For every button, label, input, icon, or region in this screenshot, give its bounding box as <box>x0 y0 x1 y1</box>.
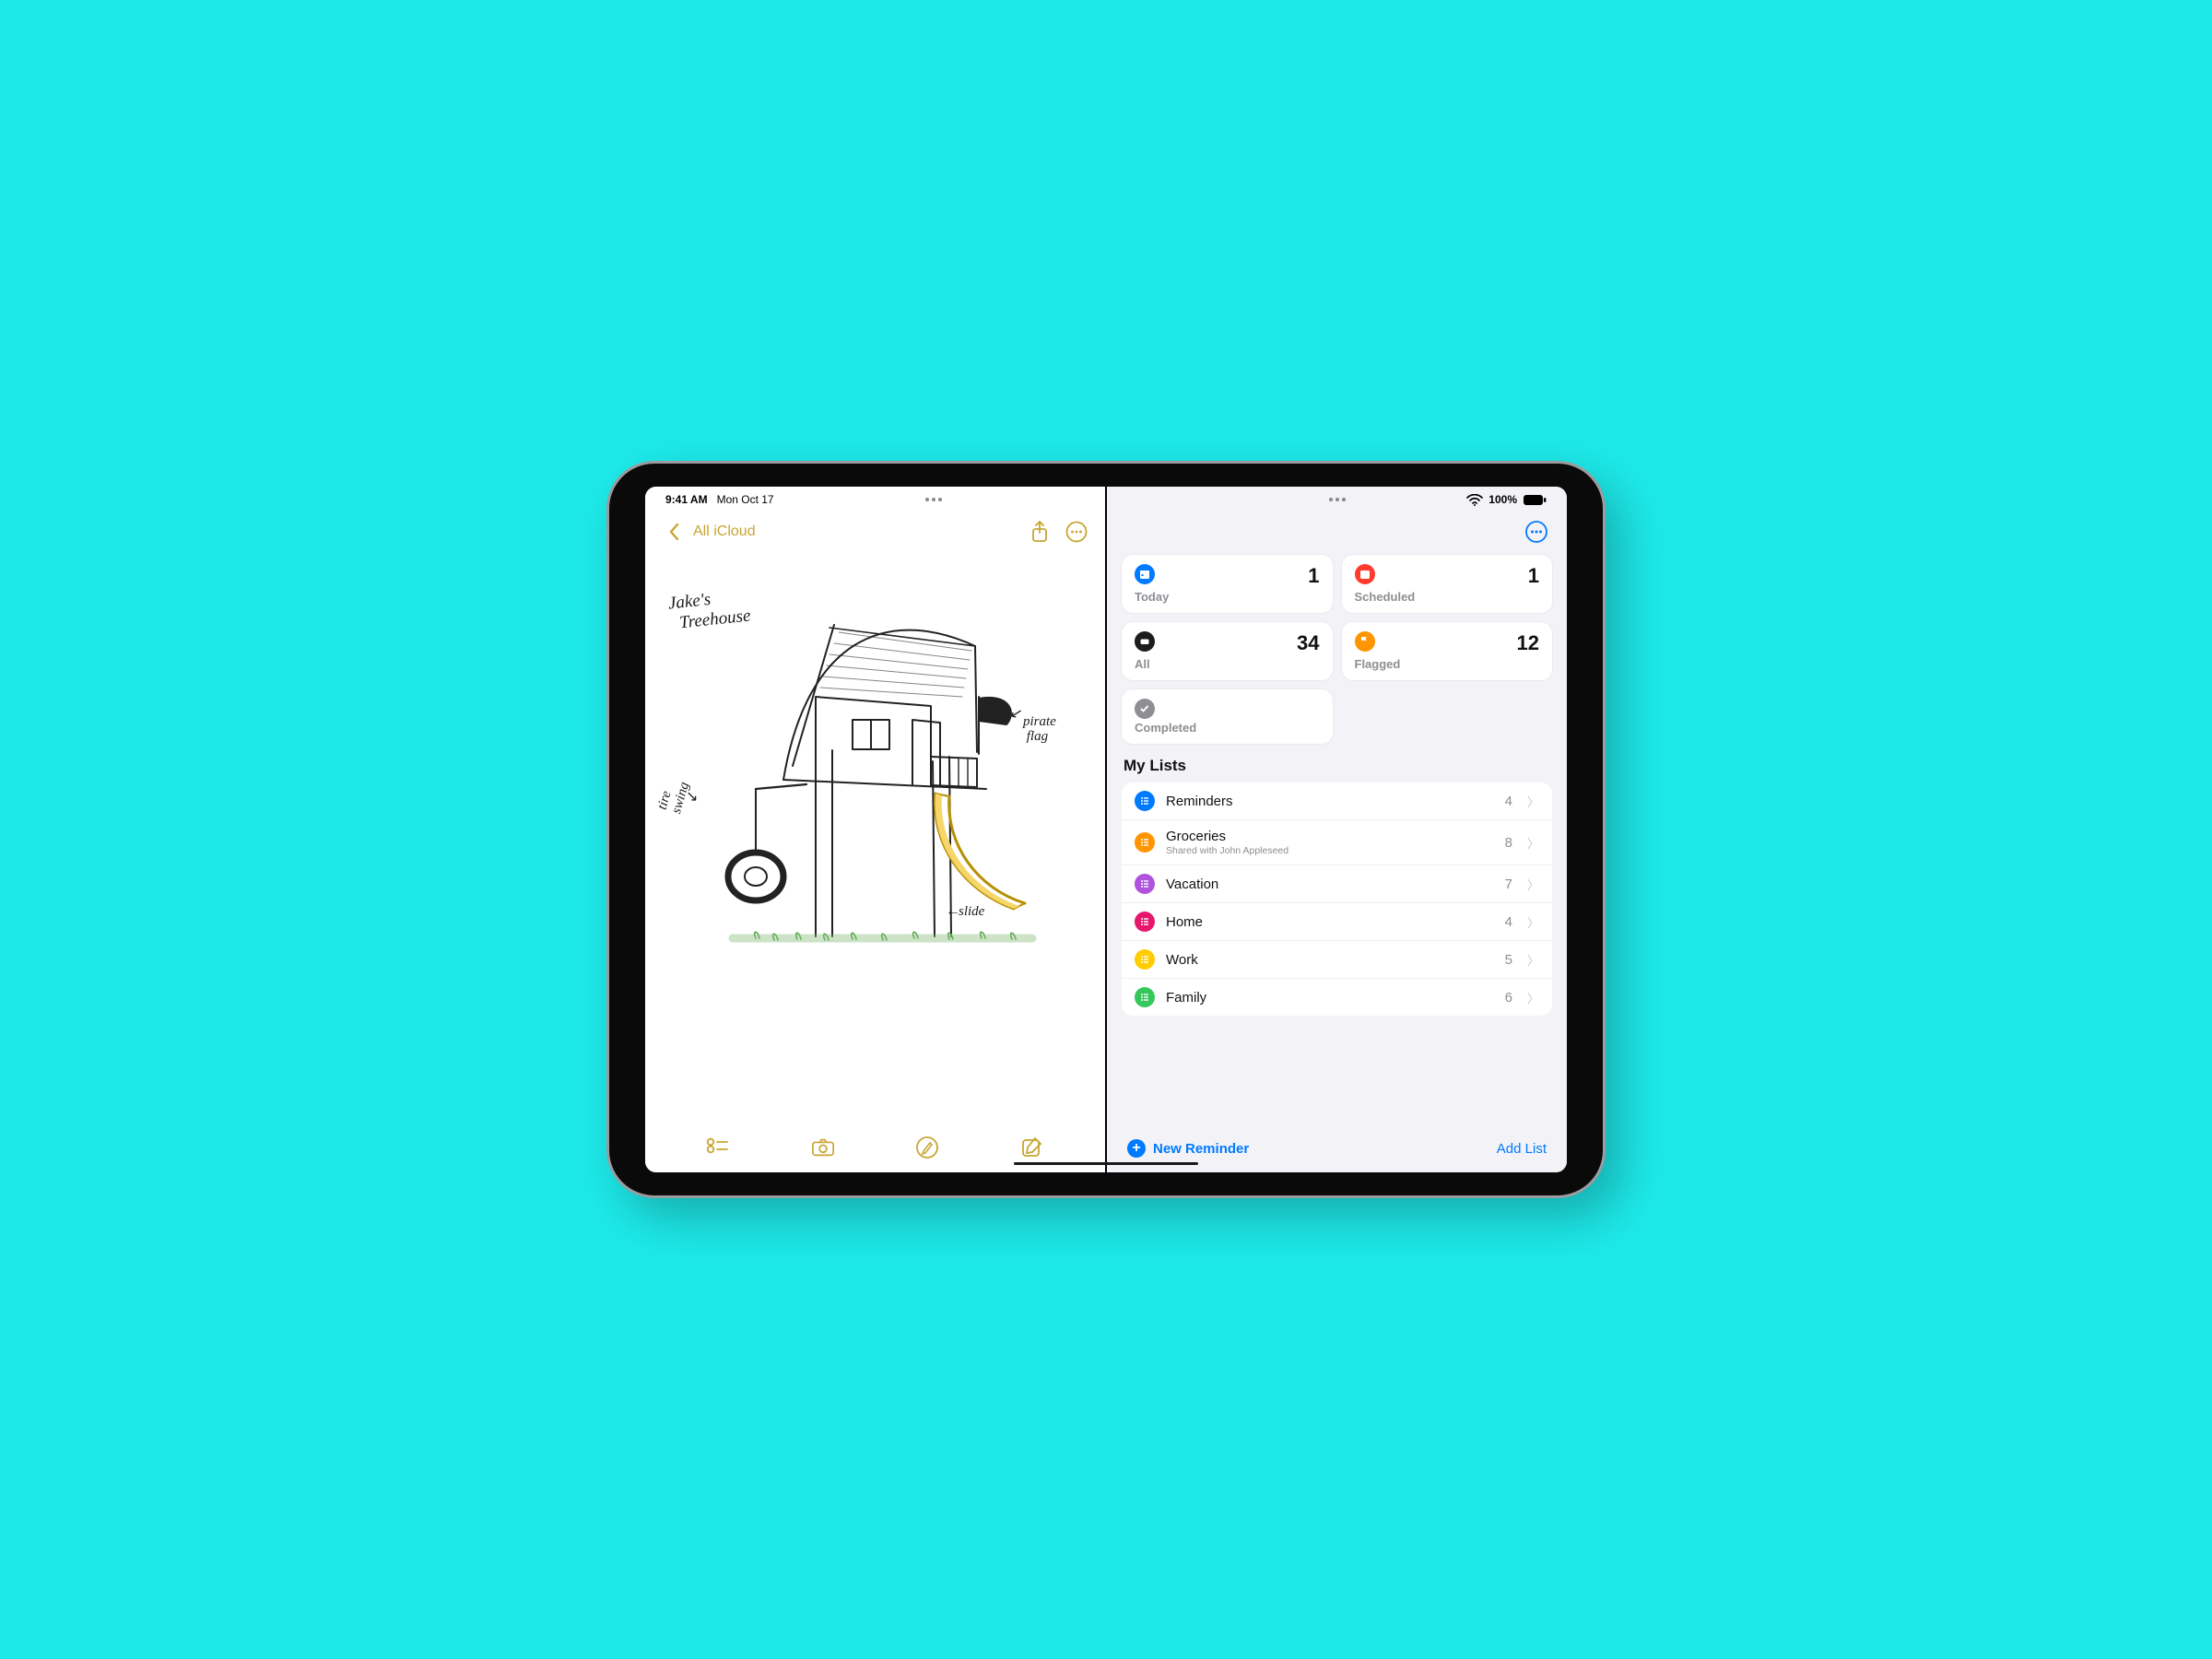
list-name: Vacation <box>1166 877 1494 892</box>
scheduled-card[interactable]: 1 Scheduled <box>1342 555 1553 613</box>
list-row[interactable]: Home 4 〉 <box>1122 903 1552 941</box>
reminders-nav-bar <box>1107 512 1567 551</box>
list-row[interactable]: Family 6 〉 <box>1122 979 1552 1016</box>
list-name: Home <box>1166 914 1494 930</box>
list-count: 4 <box>1505 914 1512 930</box>
chevron-right-icon: 〉 <box>1527 793 1539 810</box>
list-name: Reminders <box>1166 794 1494 809</box>
completed-card[interactable]: Completed <box>1122 689 1333 744</box>
inbox-icon <box>1135 631 1155 652</box>
list-icon <box>1135 874 1155 894</box>
status-bar-left: 9:41 AM Mon Oct 17 <box>645 487 1105 512</box>
multitask-dots-icon[interactable] <box>1107 498 1567 501</box>
scheduled-label: Scheduled <box>1355 590 1540 604</box>
list-icon <box>1135 832 1155 853</box>
list-count: 8 <box>1505 835 1512 851</box>
checklist-icon[interactable] <box>706 1135 730 1159</box>
notes-app: 9:41 AM Mon Oct 17 All iCloud <box>645 487 1105 1172</box>
ellipsis-icon[interactable] <box>1524 520 1548 544</box>
today-card[interactable]: 1 Today <box>1122 555 1333 613</box>
calendar-icon <box>1135 564 1155 584</box>
list-count: 5 <box>1505 952 1512 968</box>
list-icon <box>1135 791 1155 811</box>
home-indicator[interactable] <box>1014 1162 1198 1166</box>
list-name: Work <box>1166 952 1494 968</box>
chevron-right-icon: 〉 <box>1527 876 1539 893</box>
flagged-count: 12 <box>1517 631 1539 655</box>
all-card[interactable]: 34 All <box>1122 622 1333 680</box>
list-row[interactable]: Vacation 7 〉 <box>1122 865 1552 903</box>
new-reminder-button[interactable]: + New Reminder <box>1127 1139 1249 1158</box>
multitask-dots-icon[interactable] <box>783 498 1085 501</box>
list-name: GroceriesShared with John Appleseed <box>1166 829 1494 856</box>
add-list-button[interactable]: Add List <box>1497 1141 1547 1157</box>
smart-list-cards: 1 Today 1 Scheduled 34 All <box>1107 551 1567 744</box>
check-icon <box>1135 699 1155 719</box>
arrow-icon: ← <box>946 903 960 920</box>
ipad-frame: 9:41 AM Mon Oct 17 All iCloud <box>606 461 1606 1198</box>
completed-label: Completed <box>1135 721 1320 735</box>
compose-icon[interactable] <box>1020 1135 1044 1159</box>
lists-container: Reminders4〉GroceriesShared with John App… <box>1122 782 1552 1016</box>
all-count: 34 <box>1297 631 1319 655</box>
list-name: Family <box>1166 990 1494 1006</box>
arrow-icon: ↘ <box>686 787 698 806</box>
chevron-right-icon: 〉 <box>1527 989 1539 1006</box>
status-time: 9:41 AM <box>665 493 708 506</box>
pirate-flag-label: pirate flag <box>1023 715 1056 745</box>
list-count: 6 <box>1505 990 1512 1006</box>
list-icon <box>1135 912 1155 932</box>
today-count: 1 <box>1308 564 1319 588</box>
list-icon <box>1135 949 1155 970</box>
chevron-right-icon: 〉 <box>1527 913 1539 931</box>
list-icon <box>1135 987 1155 1007</box>
list-row[interactable]: Reminders 4 〉 <box>1122 782 1552 820</box>
today-label: Today <box>1135 590 1320 604</box>
chevron-right-icon: 〉 <box>1527 834 1539 852</box>
slide-label: slide <box>959 905 984 920</box>
list-count: 7 <box>1505 877 1512 892</box>
plus-icon: + <box>1127 1139 1146 1158</box>
list-count: 4 <box>1505 794 1512 809</box>
all-label: All <box>1135 657 1320 671</box>
list-row[interactable]: GroceriesShared with John Appleseed 8 〉 <box>1122 820 1552 865</box>
list-row[interactable]: Work 5 〉 <box>1122 941 1552 979</box>
flag-icon <box>1355 631 1375 652</box>
sketch-title: Jake's Treehouse <box>667 586 752 635</box>
scheduled-count: 1 <box>1528 564 1539 588</box>
ipad-screen: 9:41 AM Mon Oct 17 All iCloud <box>645 487 1567 1172</box>
reminders-footer: + New Reminder Add List <box>1107 1124 1567 1172</box>
note-canvas[interactable]: Jake's Treehouse tireswing ↘ slide ← pir… <box>645 551 1105 1123</box>
calendar-icon <box>1355 564 1375 584</box>
flagged-label: Flagged <box>1355 657 1540 671</box>
reminders-app: 100% 1 Today <box>1107 487 1567 1172</box>
flagged-card[interactable]: 12 Flagged <box>1342 622 1553 680</box>
markup-icon[interactable] <box>915 1135 939 1159</box>
back-label[interactable]: All iCloud <box>693 524 756 540</box>
my-lists-header: My Lists <box>1107 744 1567 782</box>
list-subtitle: Shared with John Appleseed <box>1166 845 1494 856</box>
status-bar-right: 100% <box>1107 487 1567 512</box>
chevron-right-icon: 〉 <box>1527 951 1539 969</box>
status-date: Mon Oct 17 <box>717 493 774 506</box>
camera-icon[interactable] <box>811 1135 835 1159</box>
